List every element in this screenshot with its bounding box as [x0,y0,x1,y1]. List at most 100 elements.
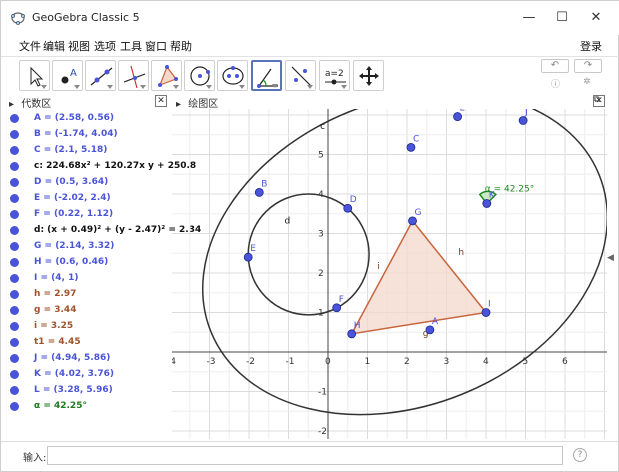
tool-ellipse[interactable] [217,60,248,91]
menu-tools[interactable]: 工具 [120,38,142,54]
chevron-down-icon [239,85,245,89]
visibility-dot-icon[interactable] [10,290,19,299]
move-graphics-icon [359,66,379,86]
x-tick-label: -4 [172,357,176,367]
visibility-dot-icon[interactable] [10,258,19,267]
close-icon[interactable]: ✕ [581,7,611,29]
point-I[interactable] [481,308,491,317]
visibility-dot-icon[interactable] [10,114,19,123]
algebra-row-text: h = 2.97 [34,289,77,299]
point-K[interactable] [482,199,492,208]
chevron-down-icon [272,84,278,88]
algebra-row-text: H = (0.6, 0.46) [34,257,109,267]
help-small-icon[interactable]: ⓘ [551,77,560,90]
point-C[interactable] [406,142,416,152]
algebra-row-text: C = (2.1, 5.18) [34,145,108,155]
tool-angle[interactable] [251,60,282,91]
input-field[interactable] [47,446,563,465]
visibility-dot-icon[interactable] [10,210,19,219]
point-H[interactable] [347,329,357,339]
login-link[interactable]: 登录 [580,38,602,54]
chevron-down-icon [140,85,146,89]
visibility-dot-icon[interactable] [10,322,19,331]
chevron-down-icon [173,85,179,89]
tool-circle[interactable] [184,60,215,91]
point-label-J: J [524,109,528,118]
point-label-L: L [460,109,465,114]
point-D[interactable] [343,203,353,213]
point-E[interactable] [243,252,253,262]
y-tick-label: -2 [318,427,327,437]
algebra-row-text: J = (4.94, 5.86) [34,353,111,363]
redo-icon[interactable]: ↷ [574,59,602,73]
menu-file[interactable]: 文件 [19,38,41,54]
visibility-dot-icon[interactable] [10,338,19,347]
y-tick-label: 5 [318,151,324,161]
visibility-dot-icon[interactable] [10,402,19,411]
menu-bar: 文件 编辑 视图 选项 工具 窗口 帮助 登录 [1,35,619,55]
x-tick-label: -3 [207,357,216,367]
maximize-icon[interactable]: ☐ [547,7,577,29]
tool-move-graphics[interactable] [353,60,384,91]
point-label-B: B [261,179,267,189]
segment-i-label: i [377,262,380,272]
point-F[interactable] [332,303,342,313]
visibility-dot-icon[interactable] [10,386,19,395]
menu-edit[interactable]: 编辑 [43,38,65,54]
menu-view[interactable]: 视图 [68,38,90,54]
visibility-dot-icon[interactable] [10,178,19,187]
visibility-dot-icon[interactable] [10,354,19,363]
minimize-icon[interactable]: — [514,7,544,29]
x-tick-label: 0 [325,357,331,367]
point-A[interactable] [425,325,435,335]
x-tick-label: 4 [483,357,489,367]
visibility-dot-icon[interactable] [10,226,19,235]
visibility-dot-icon[interactable] [10,370,19,379]
undo-icon[interactable]: ↶ [541,59,569,73]
visibility-dot-icon[interactable] [10,162,19,171]
visibility-dot-icon[interactable] [10,146,19,155]
collapse-arrow-icon[interactable]: ▸ [9,99,14,110]
algebra-row-text: G = (2.14, 3.32) [34,241,115,251]
tool-slider[interactable]: a=2 [319,60,350,91]
side-panel-arrow-icon[interactable]: ◀ [607,253,614,263]
point-G[interactable] [408,216,417,226]
algebra-row-text: t1 = 4.45 [34,337,81,347]
y-tick-label: 3 [318,230,324,240]
menu-window[interactable]: 窗口 [145,38,167,54]
algebra-row-text: i = 3.25 [34,321,74,331]
graphics-canvas[interactable]: -4-3-2-10123456-2-112345cdhgiα = 42.25°A… [172,109,607,439]
geogebra-logo-icon [11,12,25,25]
point-B[interactable] [254,188,264,197]
algebra-close-icon[interactable]: ✕ [155,95,167,107]
algebra-row-text: L = (3.28, 5.96) [34,385,113,395]
visibility-dot-icon[interactable] [10,130,19,139]
input-bar: 输入: ? [1,441,619,472]
tool-perpendicular[interactable] [118,60,149,91]
tool-point[interactable]: A [52,60,83,91]
visibility-dot-icon[interactable] [10,306,19,315]
graphics-close-icon[interactable]: ✕ [593,95,605,107]
x-tick-label: 1 [365,357,371,367]
point-L[interactable] [453,112,462,121]
tool-polygon[interactable] [151,60,182,91]
conic-c-label: c [320,122,325,132]
menu-help[interactable]: 帮助 [170,38,192,54]
visibility-dot-icon[interactable] [10,194,19,203]
app-window: GeoGebra Classic 5 — ☐ ✕ 文件 编辑 视图 选项 工具 … [0,0,619,472]
input-help-icon[interactable]: ? [573,448,587,462]
window-title: GeoGebra Classic 5 [32,11,140,24]
visibility-dot-icon[interactable] [10,242,19,251]
point-label-F: F [339,295,344,305]
menu-options[interactable]: 选项 [94,38,116,54]
algebra-row-text: K = (4.02, 3.76) [34,369,114,379]
x-tick-label: -1 [286,357,295,367]
visibility-dot-icon[interactable] [10,274,19,283]
algebra-row-text: g = 3.44 [34,305,77,315]
tool-reflect[interactable] [285,60,316,91]
tool-move[interactable] [19,60,50,91]
chevron-down-icon [341,85,347,89]
tool-line[interactable] [85,60,116,91]
settings-icon[interactable]: ✲ [583,77,591,87]
point-J[interactable] [518,116,528,125]
